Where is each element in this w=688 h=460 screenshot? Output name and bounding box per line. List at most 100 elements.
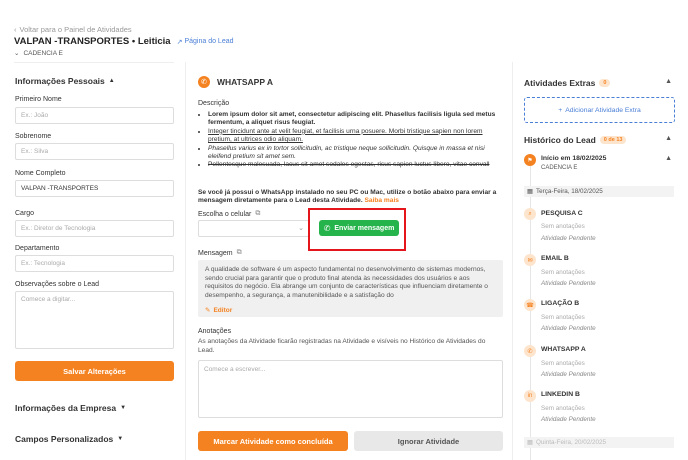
extra-activities-count: 0 (599, 79, 611, 87)
pencil-icon: ✎ (205, 307, 211, 314)
send-whatsapp-button[interactable]: ✆ Enviar mensagem (319, 220, 399, 236)
message-label-text: Mensagem (198, 249, 233, 257)
lead-notes-label: Observações sobre o Lead (15, 281, 100, 288)
editor-link[interactable]: ✎ Editor (205, 307, 496, 316)
activity-description: Lorem ipsum dolor sit amet, consectetur … (198, 111, 504, 170)
copy-icon[interactable]: ⧉ (237, 249, 242, 257)
department-input[interactable]: Ex.: Tecnologia (15, 255, 174, 272)
extra-activities-header: Atividades Extras 0 (524, 78, 611, 88)
page-title: VALPAN -TRANSPORTES • Leiticia ↗ Página … (14, 36, 234, 47)
whatsapp-icon: ✆ (323, 223, 331, 233)
ignore-activity-button[interactable]: Ignorar Atividade (354, 431, 503, 451)
last-name-label: Sobrenome (15, 133, 52, 140)
company-info-toggle[interactable]: Informações da Empresa ▼ (15, 403, 126, 413)
caret-up-icon[interactable]: ▲ (665, 78, 672, 85)
full-name-label: Nome Completo (15, 170, 66, 177)
timeline-item-title[interactable]: LIGAÇÃO B (541, 300, 579, 307)
caret-up-icon: ▲ (108, 78, 115, 84)
send-whatsapp-label: Enviar mensagem (334, 224, 395, 232)
choose-phone-label: Escolha o celular ⧉ (198, 210, 260, 218)
activity-notes-textarea[interactable]: Comece a escrever... (198, 360, 503, 418)
timeline-item-status: Atividade Pendente (541, 371, 596, 378)
divider (185, 62, 186, 460)
description-label: Descrição (198, 100, 230, 107)
lead-history-header: Histórico do Lead 0 de 13 (524, 135, 627, 145)
cadence-toggle[interactable]: ⌄ CADENCIA E (14, 49, 63, 58)
description-item: Phasellus varius ex in tortor sollicitud… (208, 145, 504, 162)
timeline-start-cadence: CADENCIA E (541, 165, 578, 171)
divider (512, 62, 513, 460)
chevron-down-icon: ⌄ (298, 225, 304, 232)
learn-more-link[interactable]: Saiba mais (365, 197, 399, 204)
calendar-icon: ▦ (527, 188, 533, 195)
activity-title: WHATSAPP A (217, 77, 274, 87)
choose-phone-text: Escolha o celular (198, 210, 252, 218)
caret-down-icon: ▼ (117, 436, 124, 442)
department-label: Departamento (15, 245, 60, 252)
timeline-item-status: Atividade Pendente (541, 416, 596, 423)
whatsapp-icon: ✆ (198, 76, 210, 88)
external-link-icon: ↗ (176, 38, 183, 46)
timeline-item-notes: Sem anotações (541, 405, 585, 412)
page-header: ‹ Voltar para o Painel de Atividades VAL… (14, 0, 688, 62)
first-name-input[interactable]: Ex.: João (15, 107, 174, 124)
custom-fields-toggle[interactable]: Campos Personalizados ▼ (15, 434, 123, 444)
timeline-item-notes: Sem anotações (541, 223, 585, 230)
copy-icon[interactable]: ⧉ (255, 210, 260, 218)
whatsapp-info-body: Se você já possui o WhatsApp instalado n… (198, 189, 497, 205)
lead-history-title: Histórico do Lead (524, 135, 596, 145)
timeline-item-title[interactable]: WHATSAPP A (541, 346, 586, 353)
caret-up-icon[interactable]: ▲ (665, 155, 672, 162)
back-link[interactable]: ‹ Voltar para o Painel de Atividades (14, 25, 132, 34)
personal-info-toggle[interactable]: Informações Pessoais ▲ (15, 76, 115, 86)
date-separator-label: Terça-Feira, 18/02/2025 (535, 188, 603, 195)
lead-notes-textarea[interactable]: Comece a digitar... (15, 291, 174, 349)
date-separator: ▦ Quinta-Feira, 20/02/2025 (524, 437, 674, 448)
calendar-icon: ▦ (527, 439, 533, 446)
search-icon: ⌕ (524, 208, 536, 220)
lead-page-link[interactable]: ↗ Página do Lead (177, 38, 234, 46)
date-separator-label: Quinta-Feira, 20/02/2025 (535, 439, 606, 446)
phone-icon: ☎ (524, 299, 536, 311)
phone-select[interactable]: ⌄ (198, 220, 309, 237)
lead-history-count: 0 de 13 (599, 136, 627, 144)
notes-label: Anotações (198, 328, 232, 335)
message-box: A qualidade de software é um aspecto fun… (198, 260, 503, 317)
job-title-label: Cargo (15, 210, 35, 217)
editor-label: Editor (213, 307, 233, 314)
save-changes-button[interactable]: Salvar Alterações (15, 361, 174, 381)
description-item: Integer tincidunt ante at velit feugiat,… (208, 128, 504, 145)
plus-icon: + (558, 106, 563, 114)
timeline-item-status: Atividade Pendente (541, 280, 596, 287)
full-name-input[interactable]: VALPAN -TRANSPORTES (15, 180, 174, 197)
timeline-item-notes: Sem anotações (541, 360, 585, 367)
add-extra-activity-button[interactable]: + Adicionar Atividade Extra (524, 97, 675, 123)
timeline-item-notes: Sem anotações (541, 314, 585, 321)
flag-icon: ⚑ (524, 154, 536, 166)
app-root: ‹ Voltar para o Painel de Atividades VAL… (0, 0, 688, 460)
extra-activities-title: Atividades Extras (524, 78, 596, 88)
caret-up-icon[interactable]: ▲ (665, 135, 672, 142)
description-item: Pellentesque malesuada, lacus sit amet s… (208, 161, 504, 169)
timeline-item-status: Atividade Pendente (541, 235, 596, 242)
description-item: Lorem ipsum dolor sit amet, consectetur … (208, 111, 504, 128)
whatsapp-info-text: Se você já possui o WhatsApp instalado n… (198, 189, 502, 206)
notes-description: As anotações da Atividade ficarão regist… (198, 338, 486, 354)
last-name-input[interactable]: Ex.: Silva (15, 143, 174, 160)
lead-page-link-label: Página do Lead (184, 38, 234, 45)
custom-fields-title: Campos Personalizados (15, 434, 114, 444)
job-title-input[interactable]: Ex.: Diretor de Tecnologia (15, 220, 174, 237)
add-extra-activity-label: Adicionar Atividade Extra (565, 106, 641, 114)
activity-header: ✆ WHATSAPP A (198, 76, 273, 88)
timeline-item-title[interactable]: PESQUISA C (541, 210, 583, 217)
timeline-start-title: Início em 18/02/2025 (541, 155, 607, 162)
first-name-label: Primeiro Nome (15, 96, 62, 103)
back-link-label: Voltar para o Painel de Atividades (19, 25, 132, 34)
timeline-item-status: Atividade Pendente (541, 325, 596, 332)
personal-info-title: Informações Pessoais (15, 76, 105, 86)
caret-down-icon: ▼ (120, 405, 127, 411)
timeline-item-title[interactable]: EMAIL B (541, 255, 569, 262)
message-label: Mensagem ⧉ (198, 249, 242, 257)
timeline-item-title[interactable]: LINKEDIN B (541, 391, 580, 398)
complete-activity-button[interactable]: Marcar Atividade como concluída (198, 431, 348, 451)
